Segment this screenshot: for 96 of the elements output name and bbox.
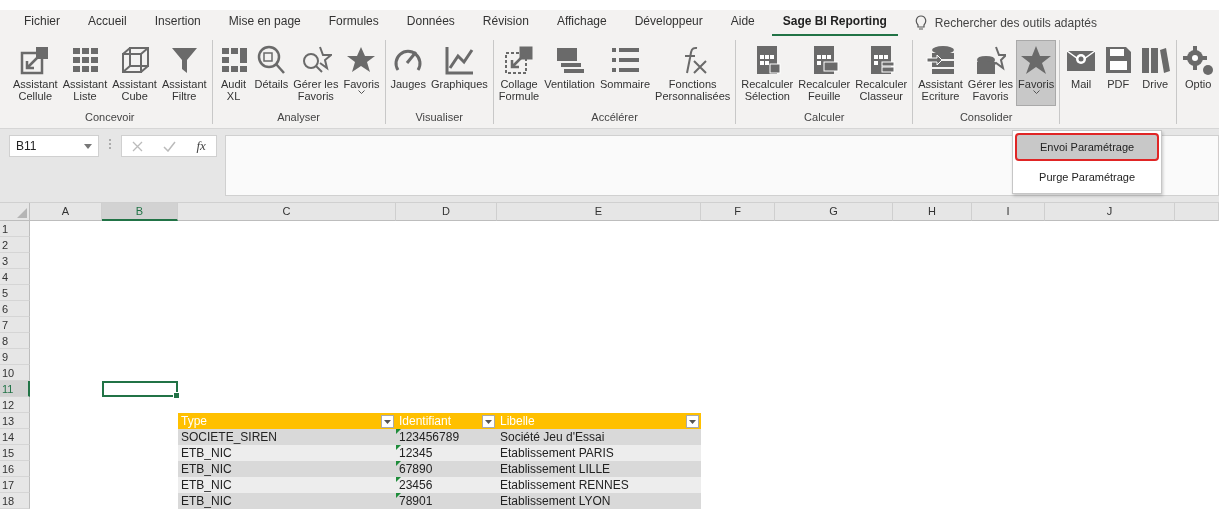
ribbon-button[interactable]: Favoris	[1016, 40, 1057, 106]
row-header[interactable]: 9	[0, 349, 30, 365]
menu-item[interactable]: Envoi Paramétrage	[1015, 133, 1160, 161]
menu-tab[interactable]: Mise en page	[217, 14, 312, 36]
ribbon-button[interactable]: Détails	[252, 40, 291, 106]
menu-tab[interactable]: Développeur	[623, 14, 714, 36]
row-header[interactable]: 15	[0, 445, 30, 461]
ribbon-button[interactable]: Mail	[1063, 40, 1100, 106]
ribbon-button[interactable]: Gérer les Favoris	[291, 40, 341, 106]
ribbon-button[interactable]: Ventilation	[542, 40, 597, 106]
row-header[interactable]: 2	[0, 237, 30, 253]
row-header[interactable]: 4	[0, 269, 30, 285]
group-label: Visualiser	[414, 110, 464, 124]
table-cell: 23456	[396, 477, 497, 493]
row-header[interactable]: 11	[0, 381, 30, 397]
table-cell: ETB_NIC	[178, 445, 396, 461]
filter-dropdown-icon[interactable]	[381, 414, 394, 428]
row-header[interactable]: 5	[0, 285, 30, 301]
table-header-cell: Type	[178, 413, 396, 429]
table-cell: SOCIETE_SIREN	[178, 429, 396, 445]
row-header[interactable]: 12	[0, 397, 30, 413]
table-cell: ETB_NIC	[178, 477, 396, 493]
row-header[interactable]: 17	[0, 477, 30, 493]
magnifier-icon	[255, 44, 288, 76]
ribbon-button[interactable]: Graphiques	[429, 40, 490, 106]
active-cell[interactable]	[102, 381, 178, 397]
table-cell: Etablissement LYON	[497, 493, 701, 509]
menu-tab[interactable]: Données	[395, 14, 466, 36]
ribbon-button[interactable]: Fonctions Personnalisées	[653, 40, 733, 106]
menu-tab[interactable]: Accueil	[77, 14, 138, 36]
lightbulb-icon	[914, 15, 927, 30]
row-header[interactable]: 13	[0, 413, 30, 429]
group-label: Accélérer	[590, 110, 639, 124]
filter-dropdown-icon[interactable]	[686, 414, 699, 428]
row-header[interactable]: 6	[0, 301, 30, 317]
ribbon-button[interactable]: Recalculer Sélection	[739, 40, 796, 106]
table-cell: ETB_NIC	[178, 493, 396, 509]
menu-item[interactable]: Purge Paramétrage	[1015, 163, 1160, 191]
menu-tab[interactable]: Affichage	[545, 14, 618, 36]
search-field[interactable]: Rechercher des outils adaptés	[934, 15, 1097, 30]
ribbon-button[interactable]: Assistant Cellule	[11, 40, 60, 106]
table-cell: 123456789	[396, 429, 497, 445]
cell-reference: B11	[16, 139, 37, 153]
table-cell: 12345	[396, 445, 497, 461]
ribbon-button[interactable]: Drive	[1137, 40, 1174, 106]
column-header[interactable]: B	[102, 203, 178, 221]
table-cell: 67890	[396, 461, 497, 477]
database-arrow-icon	[924, 44, 957, 76]
ribbon-button[interactable]: Audit XL	[215, 40, 252, 106]
ribbon-button[interactable]: PDF	[1100, 40, 1137, 106]
table-header-cell: Libelle	[497, 413, 701, 429]
table-cell: 78901	[396, 493, 497, 509]
table-header-cell: Identifiant	[396, 413, 497, 429]
row-header[interactable]: 14	[0, 429, 30, 445]
menu-tab[interactable]: Formules	[317, 14, 390, 36]
table-cell: Etablissement RENNES	[497, 477, 701, 493]
ribbon-button[interactable]: Gérer les Favoris	[965, 40, 1016, 106]
table-cell: Société Jeu d'Essai	[497, 429, 701, 445]
ribbon-button[interactable]: Optio	[1180, 40, 1217, 106]
line-chart-icon	[443, 44, 476, 76]
menu-tab[interactable]: Insertion	[143, 14, 212, 36]
ribbon-button[interactable]: Jauges	[388, 40, 428, 106]
ribbon-button[interactable]: Collage Formule	[496, 40, 542, 106]
row-header[interactable]: 16	[0, 461, 30, 477]
menu-tab[interactable]: Fichier	[13, 14, 71, 36]
row-header[interactable]: 7	[0, 317, 30, 333]
row-header[interactable]: 1	[0, 221, 30, 237]
ribbon-button[interactable]: Assistant Ecriture	[916, 40, 965, 106]
star-icon	[1020, 44, 1053, 76]
database-star-icon	[974, 44, 1007, 76]
ribbon-button[interactable]: Assistant Cube	[110, 40, 159, 106]
name-box[interactable]: B11	[9, 135, 99, 157]
group-label: Analyser	[276, 110, 321, 124]
ribbon-button[interactable]: Assistant Filtre	[159, 40, 209, 106]
arrow-box-icon	[503, 44, 536, 76]
row-header[interactable]: 3	[0, 253, 30, 269]
ribbon-button[interactable]: Sommaire	[597, 40, 653, 106]
ribbon-button[interactable]: Recalculer Feuille	[796, 40, 853, 106]
insert-function-button[interactable]: fx	[196, 138, 206, 154]
ribbon-button[interactable]: Recalculer Classeur	[853, 40, 910, 106]
row-header[interactable]: 10	[0, 365, 30, 381]
ribbon-button[interactable]: Favoris	[341, 40, 382, 106]
menu-tab[interactable]: Révision	[471, 14, 540, 36]
table-cell: ETB_NIC	[178, 461, 396, 477]
ribbon-button[interactable]: Assistant Liste	[60, 40, 110, 106]
caret-icon	[84, 143, 92, 149]
group-label: Concevoir	[84, 110, 136, 124]
row-header[interactable]: 8	[0, 333, 30, 349]
check-icon[interactable]	[163, 140, 177, 152]
table-cell: Etablissement PARIS	[497, 445, 701, 461]
row-header[interactable]: 18	[0, 493, 30, 509]
table-cell: Etablissement LILLE	[497, 461, 701, 477]
group-label: Consolider	[958, 110, 1014, 124]
group-label: Calculer	[803, 110, 846, 124]
menu-tab[interactable]: Aide	[719, 14, 766, 36]
filter-dropdown-icon[interactable]	[482, 414, 495, 428]
